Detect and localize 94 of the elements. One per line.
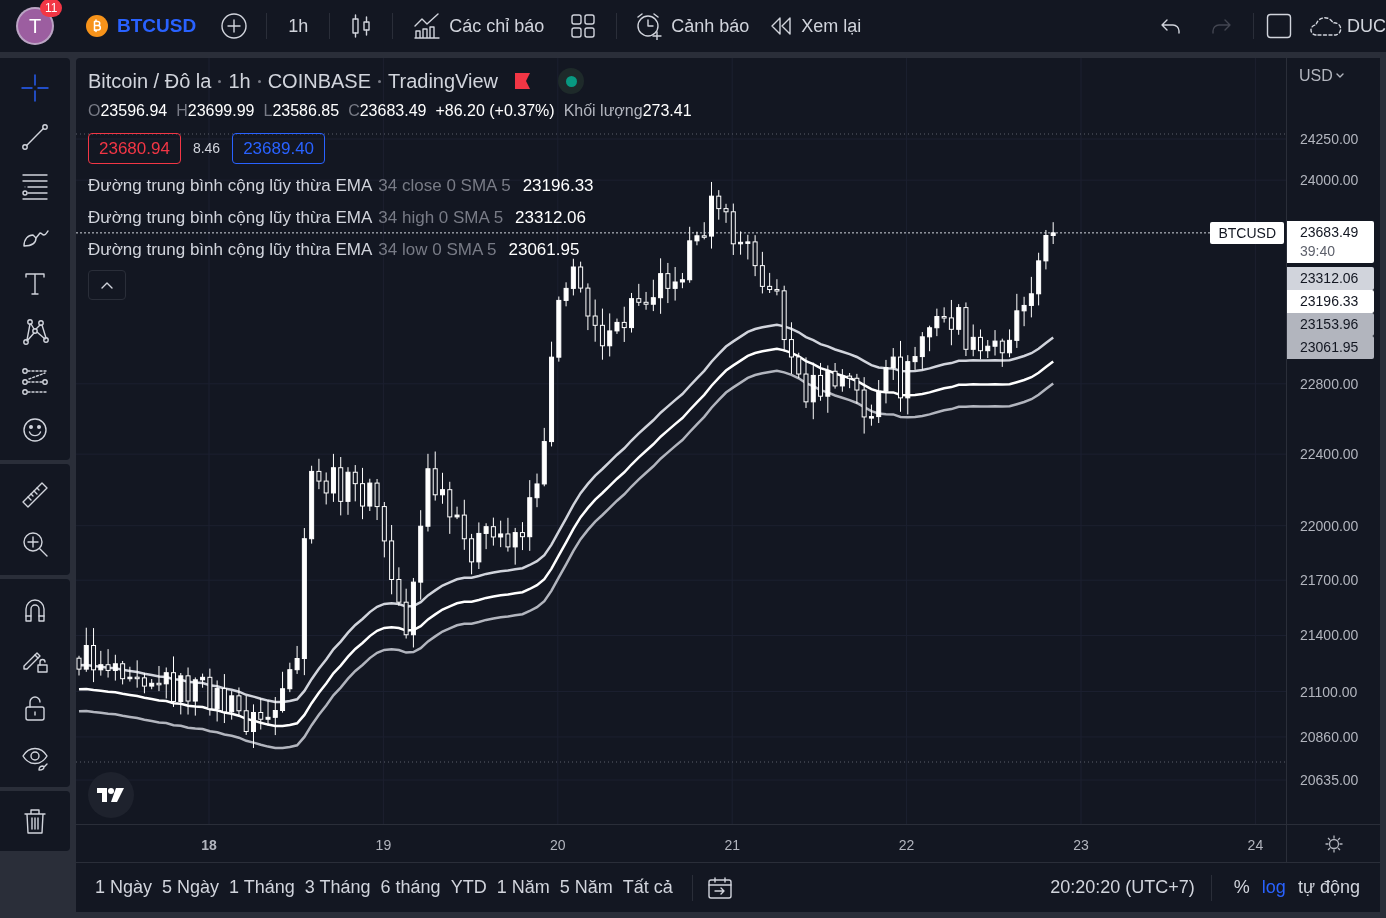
indicator-value: 23312.06	[515, 207, 586, 228]
price-tick: 22000.00	[1300, 517, 1359, 534]
range-button[interactable]: 1 Ngày	[91, 874, 157, 901]
indicator-value: 23196.33	[522, 175, 594, 196]
candles-icon[interactable]	[350, 12, 373, 40]
price-tick: 24250.00	[1300, 131, 1359, 147]
last-price: 23683.49	[1300, 222, 1360, 242]
indicator-name[interactable]: Đường trung bình cộng lũy thừa EMA	[88, 207, 373, 228]
collapse-button[interactable]	[88, 270, 126, 300]
range-button[interactable]: 5 Năm	[555, 874, 617, 901]
date-tick: 18	[200, 836, 218, 855]
chart-logo-icon	[96, 787, 126, 803]
bar-countdown: 39:40	[1300, 241, 1337, 261]
indicators-button[interactable]: Các chỉ báo	[413, 12, 545, 40]
indicator-value: 23061.95	[508, 239, 580, 260]
range-button[interactable]: 5 Ngày	[158, 874, 224, 901]
logo-badge[interactable]	[88, 772, 134, 818]
date-tick: 24	[1246, 836, 1265, 855]
calendar-icon[interactable]	[706, 875, 733, 900]
alert-button[interactable]: Cảnh báo	[635, 12, 750, 40]
indicators-icon	[413, 12, 442, 40]
ruler-icon[interactable]	[21, 480, 49, 509]
indicator-name[interactable]: Đường trung bình cộng lũy thừa EMA	[88, 175, 373, 196]
caret-icon	[1335, 73, 1344, 79]
indicator-price-label: 23061.95	[1287, 335, 1374, 359]
add-icon[interactable]	[220, 12, 249, 40]
account-button[interactable]: DUC	[1309, 12, 1386, 40]
forecast-icon[interactable]	[21, 366, 49, 395]
indicator-price-label: 23312.06	[1287, 266, 1374, 290]
sell-button[interactable]: 23680.94	[88, 133, 181, 164]
price-tick: 22800.00	[1300, 375, 1359, 392]
scale-option[interactable]: tự động	[1291, 874, 1366, 901]
rewind-icon	[769, 15, 794, 37]
price-tick: 21400.00	[1300, 627, 1359, 644]
zoom-in-icon[interactable]	[21, 530, 49, 559]
buy-button[interactable]: 23689.40	[232, 133, 326, 164]
indicator-price-label: 23153.96	[1287, 312, 1374, 336]
date-tick: 20	[549, 836, 567, 855]
range-button[interactable]: YTD	[446, 874, 491, 901]
price-tick: 20860.00	[1300, 728, 1359, 745]
notification-badge: 11	[40, 0, 63, 17]
range-button[interactable]: 1 Tháng	[225, 874, 299, 901]
grid-icon[interactable]	[570, 13, 597, 39]
price-tick: 21700.00	[1300, 572, 1359, 589]
symbol-tag: BTCUSD	[1210, 221, 1284, 244]
chart-title: Bitcoin / Đô la	[88, 69, 212, 94]
scale-option[interactable]: %	[1227, 874, 1256, 901]
range-button[interactable]: Tất cả	[618, 874, 677, 901]
scale-option[interactable]: log	[1255, 874, 1292, 901]
flag-icon[interactable]	[513, 72, 532, 90]
chevron-up-icon	[101, 281, 113, 289]
range-button[interactable]: 6 tháng	[376, 874, 445, 901]
price-tick: 22400.00	[1300, 446, 1359, 463]
crosshair-icon[interactable]	[21, 74, 49, 103]
date-tick: 19	[374, 836, 393, 855]
indicator-params: 34 high 0 SMA 5	[378, 207, 504, 228]
indicator-params: 34 close 0 SMA 5	[378, 175, 511, 196]
layout-icon[interactable]	[1266, 13, 1292, 39]
cloud-icon	[1309, 15, 1343, 37]
alarm-clock-icon	[635, 12, 664, 40]
price-tick: 24000.00	[1300, 172, 1359, 189]
parallel-lines-icon[interactable]	[21, 171, 49, 200]
volume-value: Khối lượng273.41	[563, 101, 692, 121]
symbol-button[interactable]: BTCUSD	[117, 11, 197, 41]
spread-value: 8.46	[192, 139, 221, 158]
smiley-icon[interactable]	[21, 415, 49, 444]
ohlc-value: L23586.85	[263, 101, 340, 121]
price-tick: 20635.00	[1300, 772, 1359, 788]
trash-icon[interactable]	[21, 807, 49, 835]
indicator-price-label: 23196.33	[1287, 289, 1374, 313]
ohlc-value: C23683.49	[348, 101, 427, 121]
date-tick: 21	[723, 836, 741, 855]
range-button[interactable]: 3 Tháng	[300, 874, 375, 901]
range-button[interactable]: 1 Năm	[492, 874, 554, 901]
indicator-name[interactable]: Đường trung bình cộng lũy thừa EMA	[88, 239, 373, 260]
interval-button[interactable]: 1h	[288, 12, 309, 40]
indicator-params: 34 low 0 SMA 5	[378, 239, 497, 260]
price-tick: 21100.00	[1300, 683, 1358, 700]
ohlc-value: O23596.94	[88, 101, 168, 121]
market-status-icon[interactable]	[558, 68, 585, 94]
line-tool-icon[interactable]	[21, 123, 49, 152]
settings-icon[interactable]	[1323, 833, 1344, 854]
ohlc-value: H23699.99	[176, 101, 255, 121]
replay-button[interactable]: Xem lại	[769, 12, 862, 40]
date-tick: 22	[897, 836, 916, 855]
chart-title: TradingView	[388, 69, 499, 94]
chart-title: 1h	[228, 69, 251, 94]
bitcoin-icon	[86, 15, 108, 37]
currency-button[interactable]: USD	[1299, 64, 1344, 88]
clock: 20:20:20 (UTC+7)	[1050, 876, 1195, 899]
date-tick: 23	[1072, 836, 1090, 855]
chart-title: COINBASE	[267, 69, 371, 94]
pattern-icon[interactable]	[21, 318, 49, 347]
price-change: +86.20 (+0.37%)	[435, 101, 555, 121]
